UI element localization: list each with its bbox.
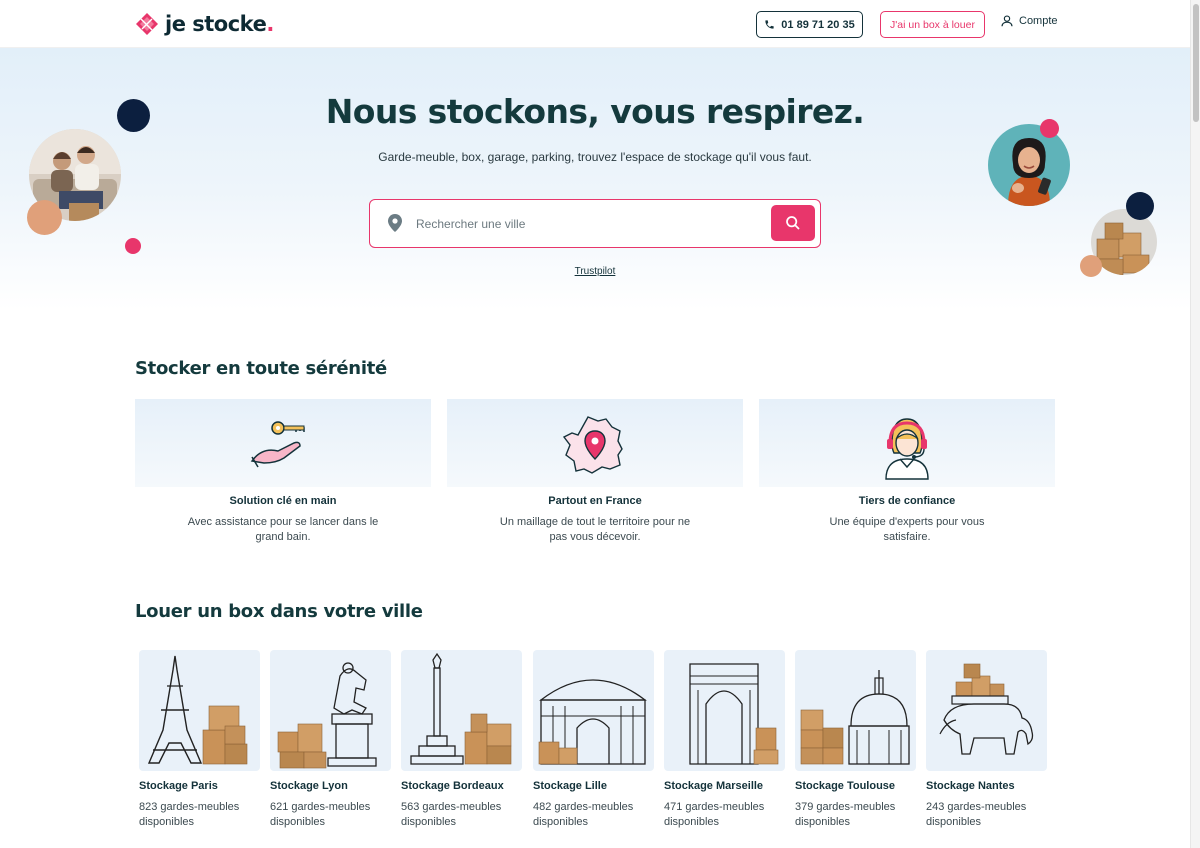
logo-text: je stocke. xyxy=(165,12,274,36)
city-name: Stockage Lyon xyxy=(270,780,348,792)
phone-icon xyxy=(765,20,774,29)
city-search-bar xyxy=(369,199,821,248)
city-name: Stockage Toulouse xyxy=(795,780,896,792)
city-availability: 621 gardes-meubles disponibles xyxy=(270,801,371,828)
feature-card-turnkey: Solution clé en main Avec assistance pou… xyxy=(135,399,431,549)
account-label: Compte xyxy=(1019,15,1058,27)
site-header: je stocke. 01 89 71 20 35 J'ai un box à … xyxy=(0,0,1190,48)
decor-navy-circle-right xyxy=(1126,192,1154,220)
search-icon xyxy=(786,216,800,230)
cities-section-title: Louer un box dans votre ville xyxy=(135,601,423,622)
city-availability: 823 gardes-meubles disponibles xyxy=(139,801,240,828)
city-name: Stockage Paris xyxy=(139,780,218,792)
city-illustration-marseille xyxy=(664,650,785,771)
city-illustration-lyon xyxy=(270,650,391,771)
location-pin-icon xyxy=(388,214,402,232)
feature-title: Solution clé en main xyxy=(229,495,337,507)
feature-description: Une équipe d'experts pour vous satisfair… xyxy=(829,516,985,543)
feature-card-france: Partout en France Un maillage de tout le… xyxy=(447,399,743,549)
city-name: Stockage Nantes xyxy=(926,780,1015,792)
city-illustration-bordeaux xyxy=(401,650,522,771)
city-name: Stockage Marseille xyxy=(664,780,764,792)
feature-description: Un maillage de tout le territoire pour n… xyxy=(499,516,691,543)
decor-peach-circle xyxy=(27,200,62,235)
city-illustration-nantes xyxy=(926,650,1047,771)
city-availability: 471 gardes-meubles disponibles xyxy=(664,801,765,828)
hero-subtitle: Garde-meuble, box, garage, parking, trou… xyxy=(378,150,812,164)
city-illustration-toulouse xyxy=(795,650,916,771)
city-availability: 243 gardes-meubles disponibles xyxy=(926,801,1027,828)
search-button[interactable] xyxy=(771,205,815,241)
user-icon xyxy=(1001,15,1013,27)
phone-button[interactable]: 01 89 71 20 35 xyxy=(756,11,863,38)
logo-icon xyxy=(136,13,158,35)
hero-title: Nous stockons, vous respirez. xyxy=(325,92,865,131)
feature-title: Partout en France xyxy=(548,495,642,507)
feature-card-trust: Tiers de confiance Une équipe d'experts … xyxy=(759,399,1055,549)
page-scrollbar[interactable] xyxy=(1190,0,1200,848)
decor-pink-dot xyxy=(125,238,141,254)
phone-number: 01 89 71 20 35 xyxy=(781,18,855,31)
city-illustration-paris xyxy=(139,650,260,771)
city-availability: 482 gardes-meubles disponibles xyxy=(533,801,634,828)
city-name: Stockage Bordeaux xyxy=(401,780,504,792)
trustpilot-link[interactable]: Trustpilot xyxy=(0,266,1190,277)
city-availability: 379 gardes-meubles disponibles xyxy=(795,801,896,828)
woman-photo xyxy=(988,124,1070,206)
france-map-pin-icon xyxy=(562,416,623,474)
scrollbar-thumb[interactable] xyxy=(1193,4,1199,122)
feature-description: Avec assistance pour se lancer dans le g… xyxy=(187,516,379,543)
city-availability: 563 gardes-meubles disponibles xyxy=(401,801,502,828)
logo[interactable]: je stocke. xyxy=(135,12,274,36)
owner-box-button[interactable]: J'ai un box à louer xyxy=(880,11,985,38)
account-button[interactable]: Compte xyxy=(1000,14,1058,28)
feature-title: Tiers de confiance xyxy=(858,495,956,507)
city-name: Stockage Lille xyxy=(533,780,607,792)
city-search-input[interactable] xyxy=(416,213,756,235)
city-illustration-lille xyxy=(533,650,654,771)
features-section-title: Stocker en toute sérénité xyxy=(135,358,387,379)
support-agent-icon xyxy=(885,418,929,480)
key-hand-icon xyxy=(250,421,305,468)
